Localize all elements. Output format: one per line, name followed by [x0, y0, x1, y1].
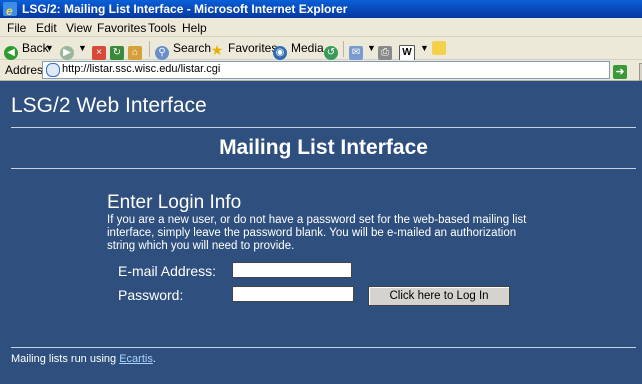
page-content: LSG/2 Web Interface Mailing List Interfa… [0, 81, 642, 384]
menu-favorites[interactable]: Favorites [97, 21, 146, 35]
back-arrow-icon: ◀ [4, 46, 18, 60]
history-button[interactable]: ↺ [324, 40, 342, 60]
word-edit-icon: W [399, 45, 415, 61]
window-titlebar: e LSG/2: Mailing List Interface - Micros… [0, 0, 642, 18]
back-dropdown-icon[interactable]: ▼ [45, 40, 54, 56]
refresh-button[interactable]: ↻ [110, 40, 128, 60]
menu-help[interactable]: Help [182, 21, 207, 35]
menu-edit[interactable]: Edit [36, 21, 57, 35]
menu-tools[interactable]: Tools [148, 21, 176, 35]
footer-suffix: . [152, 353, 156, 365]
mail-icon: ✉ [349, 46, 363, 60]
forward-dropdown-icon[interactable]: ▼ [78, 40, 87, 56]
page-heading: Mailing List Interface [219, 136, 428, 159]
login-heading: Enter Login Info [107, 192, 242, 213]
search-icon: ⚲ [155, 46, 169, 60]
edit-dropdown-icon[interactable]: ▼ [420, 40, 429, 56]
login-button[interactable]: Click here to Log In [368, 286, 510, 306]
mail-dropdown-icon[interactable]: ▼ [367, 40, 376, 56]
page-icon [46, 63, 60, 77]
mail-button[interactable]: ✉ [349, 40, 367, 60]
ecartis-link[interactable]: Ecartis [119, 353, 153, 365]
site-title: LSG/2 Web Interface [11, 94, 207, 117]
home-icon: ⌂ [128, 46, 142, 60]
email-field[interactable] [232, 262, 352, 278]
toolbar: ◀ Back ▼ ▶ ▼ × ↻ ⌂ ⚲ Search ★ Favorites ◉ Me… [0, 37, 642, 61]
menu-file[interactable]: File [7, 21, 26, 35]
footer-text: Mailing lists run using [11, 353, 117, 365]
menu-view[interactable]: View [66, 21, 92, 35]
ie-logo-icon: e [3, 2, 17, 18]
stop-button[interactable]: × [92, 40, 110, 60]
media-icon: ◉ [273, 46, 287, 60]
favorites-star-icon: ★ [210, 42, 224, 58]
window-title: LSG/2: Mailing List Interface - Microsof… [22, 2, 348, 16]
history-icon: ↺ [324, 46, 338, 60]
forward-button[interactable]: ▶ [60, 40, 78, 60]
divider [11, 168, 636, 169]
media-button[interactable]: ◉ Media [273, 40, 324, 60]
go-button[interactable]: ➜ Go [613, 61, 642, 93]
refresh-icon: ↻ [110, 46, 124, 60]
footer: Mailing lists run using Ecartis. [11, 353, 156, 365]
back-button[interactable]: ◀ Back [4, 40, 49, 60]
toolbar-divider [149, 41, 150, 57]
forward-arrow-icon: ▶ [60, 46, 74, 60]
toolbar-divider [343, 41, 344, 57]
print-button[interactable]: ⎙ [378, 40, 396, 60]
edit-button[interactable]: W [399, 40, 419, 61]
home-button[interactable]: ⌂ [128, 40, 146, 60]
print-icon: ⎙ [378, 46, 392, 60]
password-field[interactable] [232, 286, 354, 302]
stop-icon: × [92, 46, 106, 60]
address-url: http://listar.ssc.wisc.edu/listar.cgi [62, 63, 221, 75]
discuss-button[interactable] [432, 40, 450, 56]
favorites-button[interactable]: ★ Favorites [210, 40, 278, 58]
search-button[interactable]: ⚲ Search [155, 40, 212, 60]
search-label: Search [173, 41, 212, 55]
note-icon [432, 41, 446, 55]
password-label: Password: [118, 287, 184, 303]
divider [11, 127, 636, 128]
menu-bar: File Edit View Favorites Tools Help [0, 18, 642, 37]
login-description: If you are a new user, or do not have a … [107, 214, 527, 252]
divider [11, 347, 636, 348]
go-arrow-icon: ➜ [613, 65, 627, 79]
email-label: E-mail Address: [118, 263, 217, 279]
media-label: Media [291, 41, 324, 55]
address-bar: Address http://listar.ssc.wisc.edu/lista… [0, 60, 642, 93]
address-input[interactable]: http://listar.ssc.wisc.edu/listar.cgi ▼ [42, 61, 642, 81]
favorites-label: Favorites [228, 41, 278, 55]
